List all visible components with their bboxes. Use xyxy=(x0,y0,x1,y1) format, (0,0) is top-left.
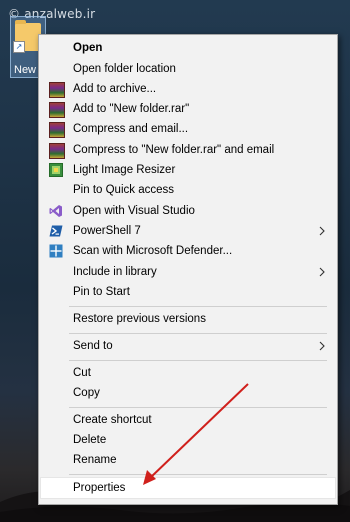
winrar-icon xyxy=(49,82,65,98)
menu-item-label: Scan with Microsoft Defender... xyxy=(73,245,233,257)
menu-item-compress-and-email[interactable]: Compress and email... xyxy=(41,119,335,139)
menu-item-include-in-library[interactable]: Include in library xyxy=(41,262,335,282)
menu-item-copy[interactable]: Copy xyxy=(41,383,335,403)
defender-shield-icon xyxy=(49,244,63,258)
menu-item-properties[interactable]: Properties xyxy=(40,477,336,499)
menu-item-label: Copy xyxy=(73,387,100,399)
powershell-icon xyxy=(49,225,63,237)
menu-item-pin-to-start[interactable]: Pin to Start xyxy=(41,282,335,302)
menu-item-label: Compress and email... xyxy=(73,123,189,135)
menu-item-cut[interactable]: Cut xyxy=(41,363,335,383)
menu-item-label: Light Image Resizer xyxy=(73,164,176,176)
winrar-icon xyxy=(49,102,65,118)
menu-item-label: Add to archive... xyxy=(73,83,157,95)
menu-item-label: Add to "New folder.rar" xyxy=(73,103,190,115)
context-menu: Open Open folder location Add to archive… xyxy=(38,34,338,505)
menu-item-open[interactable]: Open xyxy=(41,38,335,58)
chevron-right-icon xyxy=(319,226,325,236)
menu-separator xyxy=(69,306,327,307)
image-resizer-icon xyxy=(49,163,63,177)
menu-item-label: Open xyxy=(73,42,103,54)
menu-item-delete[interactable]: Delete xyxy=(41,430,335,450)
menu-item-light-image-resizer[interactable]: Light Image Resizer xyxy=(41,160,335,180)
menu-item-open-with-visual-studio[interactable]: Open with Visual Studio xyxy=(41,201,335,221)
menu-item-scan-with-defender[interactable]: Scan with Microsoft Defender... xyxy=(41,241,335,261)
menu-item-label: Delete xyxy=(73,434,107,446)
menu-item-send-to[interactable]: Send to xyxy=(41,336,335,356)
menu-item-label: Include in library xyxy=(73,266,157,278)
menu-item-label: Restore previous versions xyxy=(73,313,206,325)
menu-item-create-shortcut[interactable]: Create shortcut xyxy=(41,410,335,430)
menu-item-label: Cut xyxy=(73,367,91,379)
menu-item-label: Rename xyxy=(73,454,117,466)
menu-separator xyxy=(69,407,327,408)
menu-item-restore-previous-versions[interactable]: Restore previous versions xyxy=(41,309,335,329)
menu-item-open-folder-location[interactable]: Open folder location xyxy=(41,59,335,79)
menu-item-label: Send to xyxy=(73,340,113,352)
visual-studio-icon xyxy=(49,205,62,217)
chevron-right-icon xyxy=(319,341,325,351)
menu-item-label: Pin to Start xyxy=(73,286,130,298)
chevron-right-icon xyxy=(319,267,325,277)
menu-item-label: Open folder location xyxy=(73,63,176,75)
menu-item-label: Create shortcut xyxy=(73,414,152,426)
menu-item-label: Open with Visual Studio xyxy=(73,205,195,217)
shortcut-arrow-icon: ↗ xyxy=(13,41,25,53)
menu-separator xyxy=(69,474,327,475)
winrar-icon xyxy=(49,122,65,138)
menu-item-add-to-archive[interactable]: Add to archive... xyxy=(41,79,335,99)
menu-item-pin-to-quick-access[interactable]: Pin to Quick access xyxy=(41,180,335,200)
menu-item-powershell-7[interactable]: PowerShell 7 xyxy=(41,221,335,241)
menu-separator xyxy=(69,333,327,334)
menu-item-label: PowerShell 7 xyxy=(73,225,141,237)
desktop-icon-label: New xyxy=(14,64,37,76)
menu-item-add-to-rar[interactable]: Add to "New folder.rar" xyxy=(41,99,335,119)
menu-item-label: Pin to Quick access xyxy=(73,184,174,196)
menu-separator xyxy=(69,360,327,361)
menu-item-label: Properties xyxy=(73,482,126,494)
menu-item-compress-to-rar-and-email[interactable]: Compress to "New folder.rar" and email xyxy=(41,140,335,160)
menu-item-label: Compress to "New folder.rar" and email xyxy=(73,144,275,156)
menu-item-rename[interactable]: Rename xyxy=(41,450,335,470)
winrar-icon xyxy=(49,143,65,159)
